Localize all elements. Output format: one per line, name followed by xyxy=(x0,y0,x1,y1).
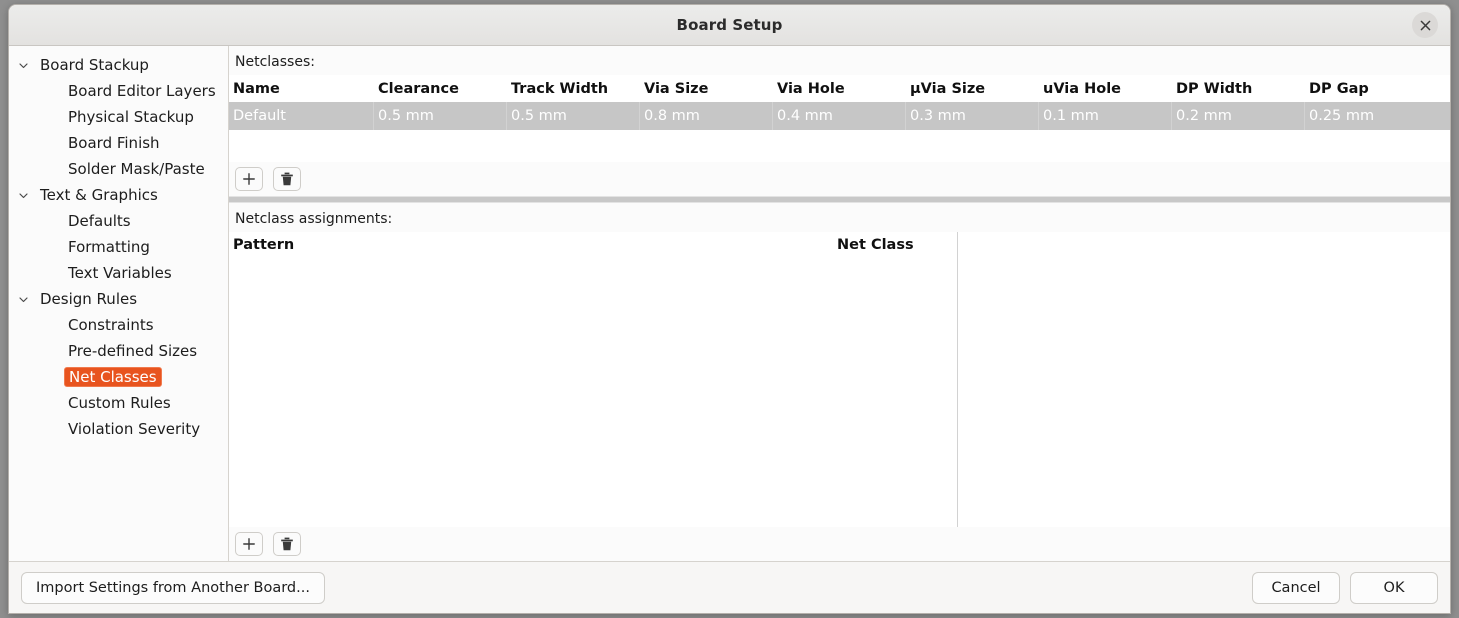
netclasses-grid-empty-area xyxy=(229,130,1450,162)
table-cell[interactable]: Default xyxy=(229,102,374,130)
column-header-via-size[interactable]: µVia Size xyxy=(906,81,1039,97)
sidebar-item-label: Design Rules xyxy=(40,290,138,308)
add-assignment-button[interactable] xyxy=(235,532,263,556)
close-icon xyxy=(1420,20,1431,31)
sidebar-item-label: Net Classes xyxy=(64,367,162,387)
column-header-uvia-hole[interactable]: uVia Hole xyxy=(1039,81,1172,97)
sidebar-item-violation-severity[interactable]: Violation Severity xyxy=(9,416,228,442)
plus-icon xyxy=(242,537,256,551)
sidebar-item-solder-mask-paste[interactable]: Solder Mask/Paste xyxy=(9,156,228,182)
sidebar-item-label: Text Variables xyxy=(68,264,172,282)
page-title: Board Setup xyxy=(676,16,783,34)
sidebar-tree[interactable]: Board Stackup Board Editor Layers Physical… xyxy=(9,46,229,561)
netclasses-toolbar xyxy=(229,162,1450,196)
cancel-button[interactable]: Cancel xyxy=(1252,571,1340,604)
table-cell[interactable]: 0.2 mm xyxy=(1172,102,1305,130)
sidebar-item-design-rules[interactable]: Design Rules xyxy=(9,286,228,312)
titlebar: Board Setup xyxy=(9,5,1450,46)
sidebar-item-label: Physical Stackup xyxy=(68,108,194,126)
assignments-toolbar xyxy=(229,527,1450,561)
chevron-down-icon[interactable] xyxy=(9,60,37,71)
table-row[interactable]: Default 0.5 mm 0.5 mm 0.8 mm 0.4 mm 0.3 mm 0.1… xyxy=(229,102,1450,130)
assignments-grid[interactable]: Pattern Net Class xyxy=(229,232,1450,527)
sidebar-item-net-classes[interactable]: Net Classes xyxy=(9,364,228,390)
sidebar-item-pre-defined-sizes[interactable]: Pre-defined Sizes xyxy=(9,338,228,364)
sidebar-item-custom-rules[interactable]: Custom Rules xyxy=(9,390,228,416)
assignments-label: Netclass assignments: xyxy=(229,203,1450,232)
sidebar-item-label: Board Editor Layers xyxy=(68,82,216,100)
ok-button[interactable]: OK xyxy=(1350,571,1438,604)
column-header-via-size[interactable]: Via Size xyxy=(640,81,773,97)
column-header-via-hole[interactable]: Via Hole xyxy=(773,81,906,97)
table-cell[interactable]: 0.4 mm xyxy=(773,102,906,130)
chevron-down-icon[interactable] xyxy=(9,190,37,201)
sidebar-item-label: Formatting xyxy=(68,238,150,256)
sidebar-item-constraints[interactable]: Constraints xyxy=(9,312,228,338)
footer-button-group: Cancel OK xyxy=(1252,571,1438,604)
sidebar-item-physical-stackup[interactable]: Physical Stackup xyxy=(9,104,228,130)
sidebar-item-text-graphics[interactable]: Text & Graphics xyxy=(9,182,228,208)
column-header-dp-width[interactable]: DP Width xyxy=(1172,81,1305,97)
netclasses-label: Netclasses: xyxy=(229,46,1450,75)
assignments-grid-header: Pattern Net Class xyxy=(229,232,957,258)
trash-icon xyxy=(280,537,294,552)
netclass-assignments-panel: Netclass assignments: Pattern Net Class xyxy=(229,203,1450,561)
sidebar-item-label: Custom Rules xyxy=(68,394,171,412)
netclasses-grid-header: Name Clearance Track Width Via Size Via Hole… xyxy=(229,76,1450,102)
sidebar-item-defaults[interactable]: Defaults xyxy=(9,208,228,234)
sidebar-item-board-editor-layers[interactable]: Board Editor Layers xyxy=(9,78,228,104)
sidebar-item-formatting[interactable]: Formatting xyxy=(9,234,228,260)
sidebar-item-label: Board Finish xyxy=(68,134,160,152)
close-button[interactable] xyxy=(1412,12,1438,38)
delete-netclass-button[interactable] xyxy=(273,167,301,191)
panel-splitter[interactable] xyxy=(229,196,1450,203)
assignments-left-column[interactable]: Pattern Net Class xyxy=(229,232,958,527)
sidebar-item-label: Constraints xyxy=(68,316,154,334)
column-header-track-width[interactable]: Track Width xyxy=(507,81,640,97)
sidebar-item-label: Violation Severity xyxy=(68,420,201,438)
table-cell[interactable]: 0.1 mm xyxy=(1039,102,1172,130)
board-setup-dialog: Board Setup Board Stackup Board Editor La… xyxy=(8,4,1451,614)
table-cell[interactable]: 0.5 mm xyxy=(374,102,507,130)
dialog-body: Board Stackup Board Editor Layers Physical… xyxy=(9,46,1450,561)
assignments-right-spacer xyxy=(958,232,1450,527)
netclasses-panel: Netclasses: Name Clearance Track Width Via … xyxy=(229,46,1450,196)
sidebar-item-label: Pre-defined Sizes xyxy=(68,342,198,360)
netclasses-grid-body[interactable]: Default 0.5 mm 0.5 mm 0.8 mm 0.4 mm 0.3 mm 0.1… xyxy=(229,102,1450,130)
table-cell[interactable]: 0.3 mm xyxy=(906,102,1039,130)
content-pane: Netclasses: Name Clearance Track Width Via … xyxy=(229,46,1450,561)
table-cell[interactable]: 0.25 mm xyxy=(1305,102,1438,130)
sidebar-item-label: Text & Graphics xyxy=(40,186,158,204)
dialog-footer: Import Settings from Another Board... Ca… xyxy=(9,561,1450,613)
sidebar-item-label: Defaults xyxy=(68,212,131,230)
import-settings-button[interactable]: Import Settings from Another Board... xyxy=(21,571,325,604)
column-header-name[interactable]: Name xyxy=(229,81,374,97)
sidebar-item-label: Solder Mask/Paste xyxy=(68,160,205,178)
column-header-pattern: Pattern xyxy=(233,237,295,253)
column-header-net-class: Net Class xyxy=(837,237,914,253)
netclasses-grid[interactable]: Name Clearance Track Width Via Size Via Hole… xyxy=(229,75,1450,162)
sidebar-item-text-variables[interactable]: Text Variables xyxy=(9,260,228,286)
trash-icon xyxy=(280,172,294,187)
sidebar-item-board-stackup[interactable]: Board Stackup xyxy=(9,52,228,78)
column-header-clearance[interactable]: Clearance xyxy=(374,81,507,97)
table-cell[interactable]: 0.5 mm xyxy=(507,102,640,130)
chevron-down-icon[interactable] xyxy=(9,294,37,305)
delete-assignment-button[interactable] xyxy=(273,532,301,556)
column-header-dp-gap[interactable]: DP Gap xyxy=(1305,81,1438,97)
plus-icon xyxy=(242,172,256,186)
add-netclass-button[interactable] xyxy=(235,167,263,191)
table-cell[interactable]: 0.8 mm xyxy=(640,102,773,130)
sidebar-item-label: Board Stackup xyxy=(40,56,149,74)
sidebar-item-board-finish[interactable]: Board Finish xyxy=(9,130,228,156)
